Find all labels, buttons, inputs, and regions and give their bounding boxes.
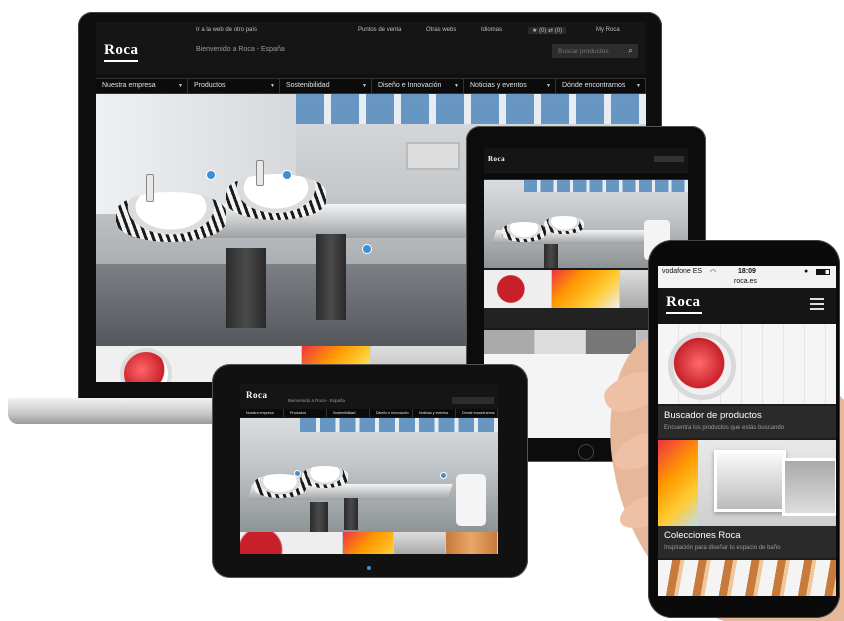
caret-icon: ▼ bbox=[546, 83, 551, 89]
nav-sostenibilidad[interactable]: Sostenibilidad bbox=[327, 409, 370, 417]
search-input[interactable] bbox=[654, 156, 684, 162]
roca-logo[interactable]: Roca bbox=[104, 42, 139, 59]
nav-nuestra-empresa[interactable]: Nuestra empresa bbox=[240, 409, 284, 417]
magnifier-icon bbox=[668, 332, 736, 400]
hotspot-icon[interactable] bbox=[206, 170, 216, 180]
nav-sostenibilidad[interactable]: Sostenibilidad ▼ bbox=[280, 79, 372, 93]
hero-image bbox=[240, 418, 498, 532]
main-nav: Nuestra empresa Productos Sostenibilidad… bbox=[240, 409, 498, 417]
caret-icon: ▼ bbox=[270, 83, 275, 89]
nav-diseno[interactable]: Diseño e Innovación bbox=[370, 409, 413, 417]
cart-icon: ⇄ bbox=[548, 28, 554, 34]
card-collections[interactable]: Colecciones Roca Inspiración para diseña… bbox=[658, 526, 836, 558]
home-button bbox=[578, 444, 594, 460]
wifi-icon: ◠ bbox=[710, 269, 717, 276]
roca-logo[interactable]: Roca bbox=[246, 390, 268, 400]
tablet-screen: Roca Bienvenido a Roca - España Nuestra … bbox=[240, 384, 498, 554]
card-subtitle: Inspiración para diseñar tu espacio de b… bbox=[664, 545, 781, 551]
search-input[interactable] bbox=[552, 44, 638, 58]
caret-icon: ▼ bbox=[636, 83, 641, 89]
logo-underline bbox=[666, 312, 702, 314]
languages-link[interactable]: Idiomas bbox=[481, 27, 502, 33]
card-subtitle: Encuentra los productos que estás buscan… bbox=[664, 425, 785, 431]
nav-nuestra-empresa[interactable]: Nuestra empresa ▼ bbox=[96, 79, 188, 93]
carrier-label: vodafone ES bbox=[662, 268, 703, 275]
fittings-image bbox=[658, 560, 836, 596]
search-input[interactable] bbox=[452, 397, 494, 404]
other-webs-link[interactable]: Otras webs bbox=[426, 27, 456, 33]
caret-icon: ▼ bbox=[454, 83, 459, 89]
main-nav: Nuestra empresa ▼ Productos ▼ Sostenibilid… bbox=[96, 78, 646, 94]
star-icon: ★ bbox=[532, 28, 538, 34]
welcome-text: Bienvenido a Roca - España bbox=[196, 46, 285, 53]
status-bar: vodafone ES ◠ 18:09 ● roca.es bbox=[658, 266, 836, 288]
hotspot-icon[interactable] bbox=[294, 470, 301, 477]
nav-noticias[interactable]: Noticias y eventos bbox=[413, 409, 456, 417]
welcome-text: Bienvenido a Roca - España bbox=[288, 398, 346, 403]
card-product-search[interactable]: Buscador de productos Encuentra los prod… bbox=[658, 406, 836, 438]
tablet-header: Roca Bienvenido a Roca - España bbox=[240, 384, 498, 408]
hamburger-menu-icon[interactable] bbox=[810, 298, 824, 310]
main-nav bbox=[484, 173, 688, 180]
site-header: Roca Ir a la web de otro país Puntos de … bbox=[96, 22, 646, 74]
ipad-header: Roca bbox=[484, 148, 688, 172]
points-of-sale-link[interactable]: Puntos de venta bbox=[358, 27, 401, 33]
nav-donde[interactable]: Dónde encontrarnos bbox=[456, 409, 498, 417]
phone-screen: vodafone ES ◠ 18:09 ● roca.es Roca Busca… bbox=[658, 266, 836, 596]
nav-noticias[interactable]: Noticias y eventos ▼ bbox=[464, 79, 556, 93]
nav-diseno[interactable]: Diseño e Innovación ▼ bbox=[372, 79, 464, 93]
nav-productos[interactable]: Productos bbox=[284, 409, 327, 417]
hotspot-icon[interactable] bbox=[282, 170, 292, 180]
caret-icon: ▼ bbox=[362, 83, 367, 89]
country-link[interactable]: Ir a la web de otro país bbox=[196, 27, 257, 33]
roca-logo[interactable]: Roca bbox=[488, 155, 505, 163]
my-roca-link[interactable]: My Roca bbox=[596, 27, 620, 33]
washbasin bbox=[226, 174, 326, 220]
category-strip bbox=[240, 532, 498, 554]
hotspot-icon[interactable] bbox=[440, 472, 447, 479]
battery-icon bbox=[816, 269, 830, 275]
phone-header: Roca bbox=[658, 288, 836, 324]
nav-productos[interactable]: Productos ▼ bbox=[188, 79, 280, 93]
card-title: Buscador de productos bbox=[664, 410, 762, 421]
search-icon[interactable]: ⌕ bbox=[628, 45, 633, 56]
favorites-counter[interactable]: ★ (0) ⇄ (0) bbox=[528, 27, 567, 34]
clock: 18:09 bbox=[738, 268, 756, 275]
logo-underline bbox=[104, 60, 138, 62]
laptop-prop bbox=[406, 142, 460, 170]
nav-donde[interactable]: Dónde encontrarnos ▼ bbox=[556, 79, 646, 93]
toilet bbox=[456, 474, 486, 526]
url-label[interactable]: roca.es bbox=[734, 278, 757, 285]
hotspot-icon[interactable] bbox=[362, 244, 372, 254]
led-indicator bbox=[367, 566, 371, 570]
card-title: Colecciones Roca bbox=[664, 530, 741, 541]
roca-logo[interactable]: Roca bbox=[666, 294, 701, 311]
washbasin bbox=[116, 192, 226, 242]
collections-image bbox=[658, 440, 836, 526]
location-icon: ● bbox=[804, 268, 809, 275]
caret-icon: ▼ bbox=[178, 83, 183, 89]
